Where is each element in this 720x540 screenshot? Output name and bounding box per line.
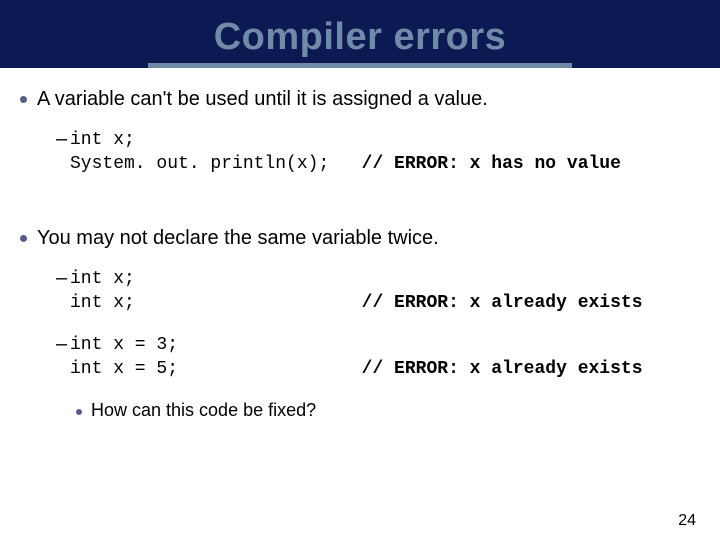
bullet-dot-icon	[20, 96, 27, 103]
code-block: int x; System. out. println(x); // ERROR…	[70, 128, 621, 177]
code-line: int x;	[70, 267, 135, 291]
bullet-text: You may not declare the same variable tw…	[37, 225, 439, 251]
code-line: int x;	[70, 128, 135, 152]
bullet-text: A variable can't be used until it is ass…	[37, 86, 488, 112]
header-band: Compiler errors	[0, 0, 720, 68]
bullet-dot-icon	[76, 409, 82, 415]
code-line: int x = 3;	[70, 333, 178, 357]
dash-icon: –	[56, 267, 66, 290]
code-block: int x = 3; int x = 5; // ERROR: x alread…	[70, 333, 643, 382]
bullet-unassigned-variable: A variable can't be used until it is ass…	[20, 86, 700, 112]
code-example-b1: – int x; int x; // ERROR: x already exis…	[56, 267, 700, 316]
code-comment: // ERROR: x already exists	[362, 357, 643, 381]
slide-title: Compiler errors	[214, 16, 507, 59]
title-underline	[148, 63, 572, 68]
code-line: System. out. println(x);	[70, 152, 362, 176]
dash-icon: –	[56, 333, 66, 356]
code-example-b2: – int x = 3; int x = 5; // ERROR: x alre…	[56, 333, 700, 382]
code-line: int x = 5;	[70, 357, 362, 381]
page-number: 24	[678, 512, 696, 530]
code-comment: // ERROR: x already exists	[362, 291, 643, 315]
dash-icon: –	[56, 128, 66, 151]
bullet-dot-icon	[20, 235, 27, 242]
code-block: int x; int x; // ERROR: x already exists	[70, 267, 643, 316]
bullet-duplicate-declaration: You may not declare the same variable tw…	[20, 225, 700, 251]
sub-bullet-text: How can this code be fixed?	[91, 400, 316, 421]
sub-bullet-fix-question: How can this code be fixed?	[76, 400, 700, 421]
slide-content: A variable can't be used until it is ass…	[0, 68, 720, 421]
code-comment: // ERROR: x has no value	[362, 152, 621, 176]
code-example-a: – int x; System. out. println(x); // ERR…	[56, 128, 700, 177]
code-line: int x;	[70, 291, 362, 315]
